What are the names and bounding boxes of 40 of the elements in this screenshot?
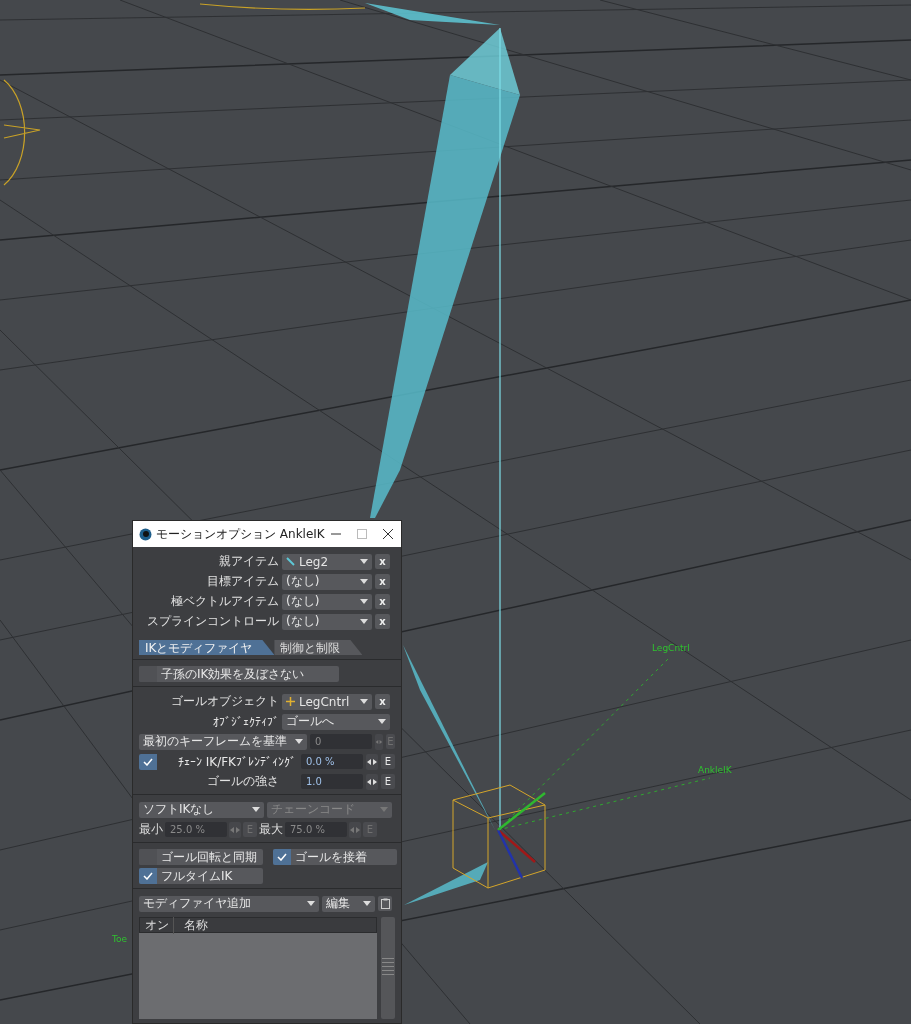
item-dropdown[interactable]: LegCntrl — [282, 693, 372, 710]
checkbox-button[interactable]: ゴールを接着 — [273, 849, 397, 865]
column-header: オン — [140, 916, 174, 934]
item-dropdown[interactable]: Leg2 — [282, 553, 372, 570]
item-label: AnkleIK — [698, 765, 732, 775]
soft-ik-dropdown[interactable]: ソフトIKなし — [139, 801, 264, 818]
field-label: ゴールの強さ — [206, 773, 279, 790]
tab[interactable]: 制御と制限 — [274, 640, 363, 655]
checkbox-button[interactable]: ﾁｪｰﾝ IK/FKﾌﾞﾚﾝﾃﾞｨﾝｸﾞ — [139, 753, 298, 770]
field-label: 極ベクトルアイテム — [170, 593, 279, 610]
edit-dropdown[interactable]: 編集 — [322, 895, 375, 912]
input-field[interactable]: 1.0 — [301, 774, 363, 789]
add-modifier-dropdown[interactable]: モディファイヤ追加 — [139, 895, 319, 912]
item-dropdown[interactable]: (なし) — [282, 593, 372, 610]
clear-button[interactable]: x — [375, 574, 390, 589]
field-label: ゴールオブジェクト — [170, 693, 279, 710]
tab[interactable]: IKとモディファイヤ — [139, 640, 275, 655]
checkbox-button[interactable]: フルタイムIK — [139, 868, 263, 884]
checkbox-button[interactable]: 子孫のIK効果を及ぼさない — [139, 666, 339, 682]
field-label: 親アイテム — [218, 553, 279, 570]
field-label: 最大 — [259, 821, 283, 838]
input-field[interactable]: 0.0 % — [301, 754, 363, 769]
field-label: スプラインコントロール — [146, 613, 279, 630]
checkbox-button[interactable]: ゴール回転と同期 — [139, 849, 263, 865]
envelope-button[interactable]: E — [381, 754, 395, 769]
item-label: Toe — [112, 934, 127, 944]
field-label: ｵﾌﾞｼﾞｪｸﾃｨﾌﾞ — [212, 714, 279, 729]
clear-button[interactable]: x — [375, 694, 390, 709]
field-label: 目標アイテム — [206, 573, 279, 590]
field-label: 最小 — [139, 821, 163, 838]
envelope-button[interactable]: E — [381, 774, 395, 789]
clear-button[interactable]: x — [375, 554, 390, 569]
window-title: モーションオプション AnkleIK — [156, 525, 326, 543]
item-dropdown[interactable]: (なし) — [282, 573, 372, 590]
objective-dropdown[interactable]: ゴールへ — [282, 713, 390, 730]
item-dropdown[interactable]: (なし) — [282, 613, 372, 630]
clear-button[interactable]: x — [375, 594, 390, 609]
item-label: LegCntrl — [652, 643, 690, 653]
column-header: 名称 — [183, 916, 208, 934]
clear-button[interactable]: x — [375, 614, 390, 629]
